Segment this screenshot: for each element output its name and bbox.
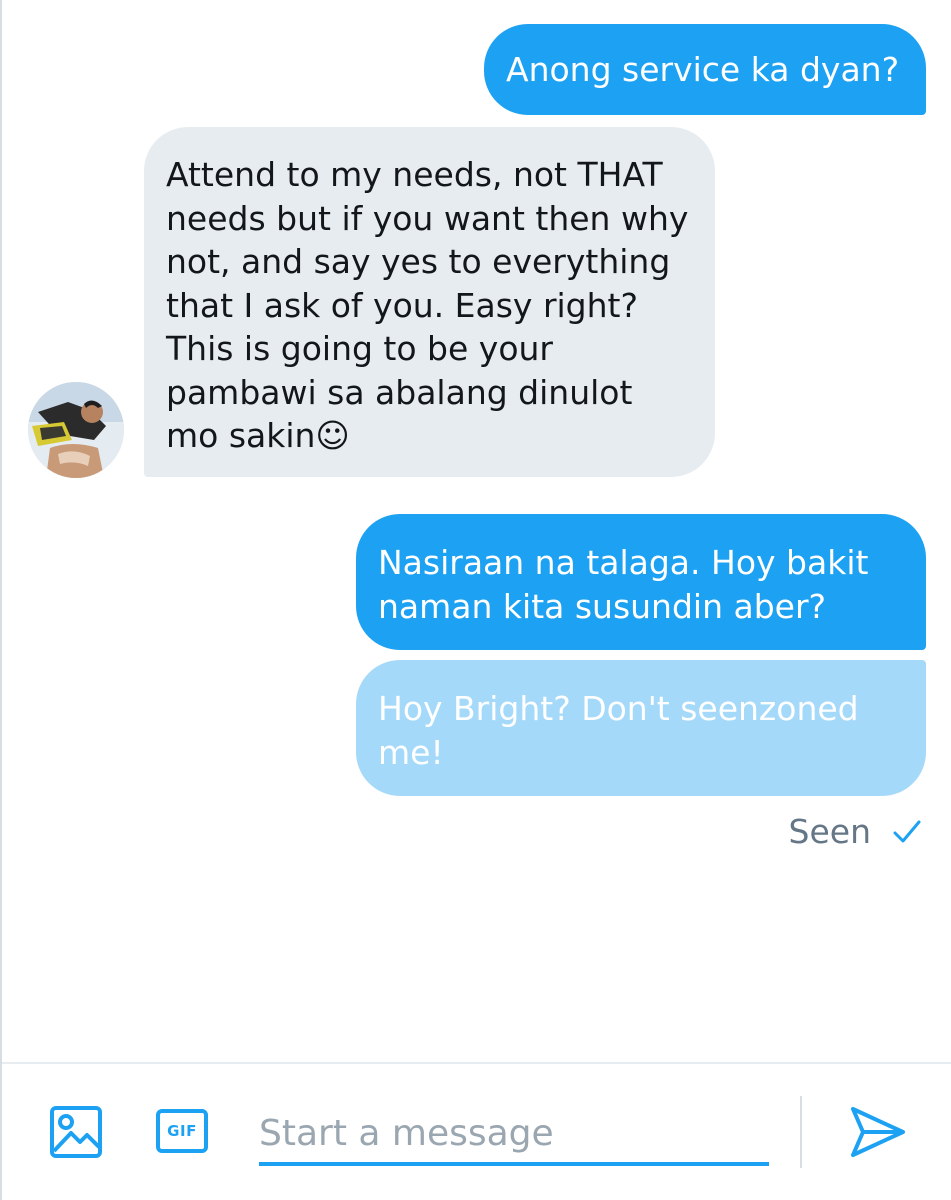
message-text: pambawi sa abalang dinulot — [166, 372, 633, 412]
dm-conversation-screen: Anong service ka dyan? Attend to my need… — [0, 0, 951, 1200]
message-text: Anong service ka dyan? — [506, 50, 900, 89]
message-bubble-outgoing[interactable]: Anong service ka dyan? — [484, 24, 926, 115]
composer-divider — [2, 1062, 951, 1064]
send-button[interactable] — [848, 1102, 908, 1162]
message-text: mo sakin☺ — [166, 416, 350, 455]
send-icon — [851, 1107, 905, 1157]
message-text: naman kita susundin aber? — [378, 586, 827, 626]
add-photo-button[interactable] — [48, 1104, 104, 1160]
message-text: This is going to be your — [166, 329, 553, 368]
read-receipt-label: Seen — [788, 812, 871, 851]
composer-separator — [800, 1096, 802, 1168]
message-text: not, and say yes to everything — [166, 242, 671, 281]
add-gif-button[interactable]: GIF — [154, 1106, 210, 1156]
gif-icon: GIF — [156, 1109, 208, 1153]
message-text: Attend to my needs, not THAT — [166, 155, 663, 194]
message-bubble-outgoing-pending[interactable]: Hoy Bright? Don't seenzoned me! — [356, 660, 926, 796]
message-input[interactable] — [259, 1104, 769, 1166]
message-bubble-incoming[interactable]: Attend to my needs, not THAT needs but i… — [144, 127, 715, 477]
image-icon — [50, 1106, 102, 1158]
contact-avatar[interactable] — [28, 382, 124, 478]
message-text: Nasiraan na talaga. Hoy bakit — [378, 543, 869, 582]
message-text: needs but if you want then why — [166, 198, 689, 238]
avatar-photo — [28, 382, 124, 478]
message-text: that I ask of you. Easy right? — [166, 285, 638, 325]
message-text: Hoy Bright? Don't seenzoned — [378, 689, 859, 728]
read-receipt: Seen — [789, 812, 921, 851]
message-bubble-outgoing[interactable]: Nasiraan na talaga. Hoy bakit naman kita… — [356, 514, 926, 650]
message-text: me! — [378, 732, 444, 772]
checkmark-icon — [893, 819, 921, 845]
